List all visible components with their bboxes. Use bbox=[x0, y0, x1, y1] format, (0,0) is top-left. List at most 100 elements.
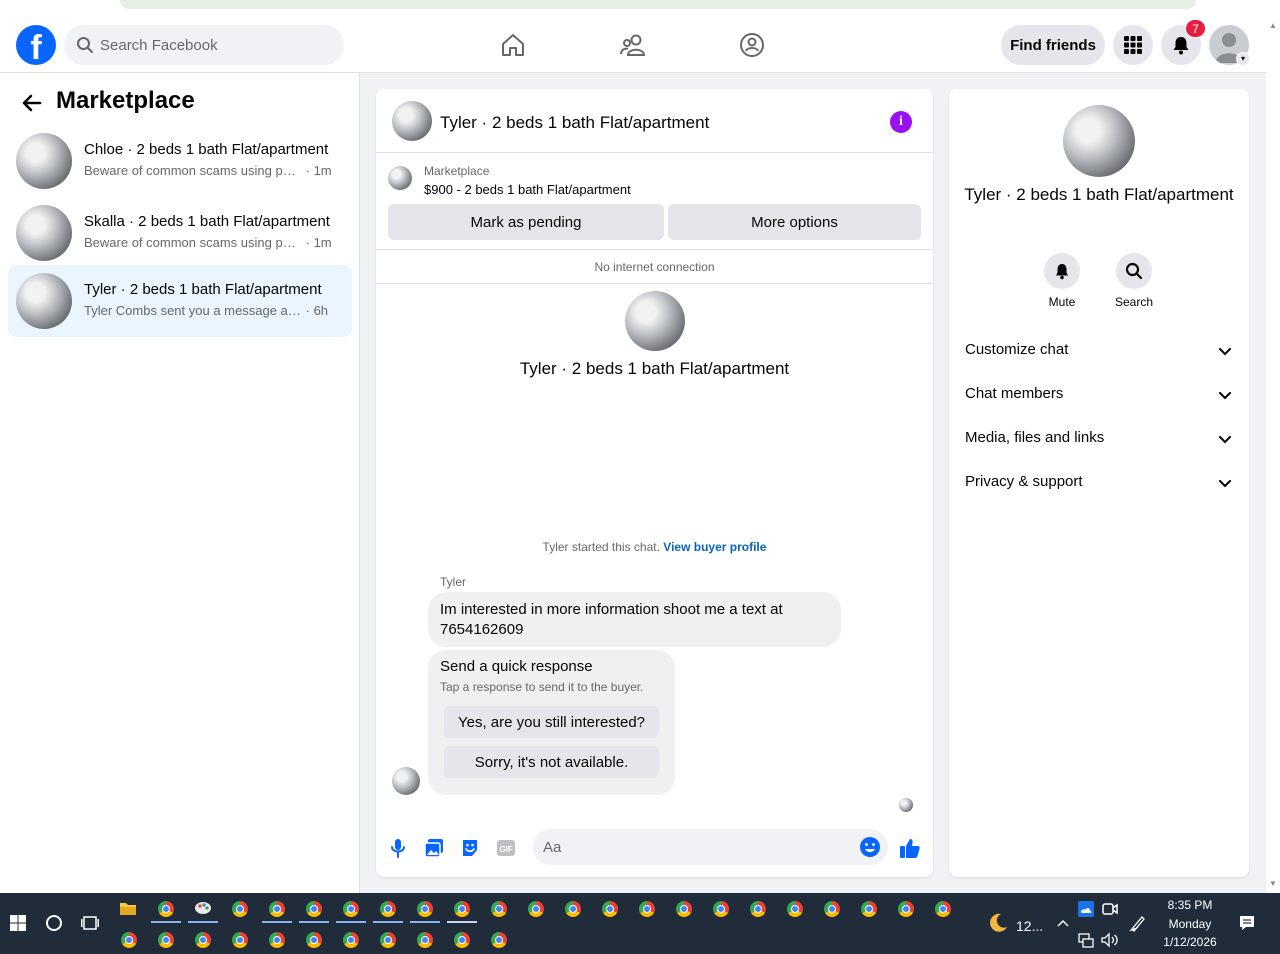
task-view-icon[interactable] bbox=[79, 912, 101, 934]
friends-icon[interactable] bbox=[616, 29, 650, 61]
chrome-taskbar-icon[interactable] bbox=[932, 898, 954, 920]
chrome-taskbar-icon[interactable] bbox=[488, 929, 510, 951]
gif-icon[interactable]: GIF bbox=[494, 836, 518, 860]
chat-title[interactable]: Tyler · 2 beds 1 bath Flat/apartment bbox=[440, 113, 709, 133]
back-arrow-icon[interactable] bbox=[18, 89, 46, 117]
chat-members-section[interactable]: Chat members bbox=[957, 373, 1241, 417]
action-center-notification-icon[interactable] bbox=[1236, 912, 1258, 934]
read-receipt-avatar bbox=[899, 798, 913, 812]
network-icon[interactable] bbox=[1075, 929, 1097, 951]
chrome-taskbar-icon[interactable] bbox=[821, 898, 843, 920]
onedrive-icon[interactable] bbox=[1075, 898, 1097, 920]
taskbar-clock-time[interactable]: 8:35 PM bbox=[1155, 898, 1225, 912]
volume-icon[interactable] bbox=[1099, 929, 1121, 951]
emoji-icon[interactable] bbox=[859, 836, 881, 863]
chrome-taskbar-icon[interactable] bbox=[340, 929, 362, 951]
weather-moon-icon[interactable] bbox=[987, 912, 1009, 934]
like-thumb-icon[interactable] bbox=[898, 836, 922, 860]
message-composer[interactable] bbox=[533, 829, 888, 865]
chrome-taskbar-icon[interactable] bbox=[266, 898, 288, 920]
chrome-taskbar-icon[interactable] bbox=[710, 898, 732, 920]
search-input[interactable] bbox=[100, 25, 330, 65]
chrome-taskbar-icon[interactable] bbox=[451, 898, 473, 920]
menu-grid-icon[interactable] bbox=[1113, 25, 1153, 65]
chrome-taskbar-icon[interactable] bbox=[229, 898, 251, 920]
conversation-item-tyler[interactable]: Tyler · 2 beds 1 bath Flat/apartment Tyl… bbox=[8, 265, 352, 337]
chrome-taskbar-icon[interactable] bbox=[340, 898, 362, 920]
scroll-up-arrow-icon[interactable]: ▲ bbox=[1269, 21, 1277, 30]
windows-start-icon[interactable] bbox=[7, 912, 29, 934]
chrome-taskbar-icon[interactable] bbox=[784, 898, 806, 920]
taskbar-clock-date[interactable]: 1/12/2026 bbox=[1155, 935, 1225, 949]
chrome-taskbar-icon[interactable] bbox=[895, 898, 917, 920]
file-explorer-icon[interactable] bbox=[117, 897, 139, 919]
chrome-taskbar-icon[interactable] bbox=[155, 929, 177, 951]
pen-workspace-icon[interactable] bbox=[1127, 912, 1149, 934]
conversation-preview: Beware of common scams using pay... · 1m bbox=[84, 235, 332, 250]
taskbar-clock-day[interactable]: Monday bbox=[1155, 917, 1225, 931]
photo-icon[interactable] bbox=[422, 836, 446, 860]
quick-response-button[interactable]: Yes, are you still interested? bbox=[444, 706, 659, 738]
browser-top-strip bbox=[0, 0, 1280, 17]
show-hidden-icons-chevron-icon[interactable] bbox=[1052, 912, 1074, 934]
chrome-taskbar-icon[interactable] bbox=[229, 929, 251, 951]
customize-chat-section[interactable]: Customize chat bbox=[957, 329, 1241, 373]
search-box[interactable] bbox=[64, 25, 344, 65]
chrome-taskbar-icon[interactable] bbox=[525, 898, 547, 920]
chrome-taskbar-icon[interactable] bbox=[414, 898, 436, 920]
conversation-title: Chloe · 2 beds 1 bath Flat/apartment bbox=[84, 141, 329, 158]
chrome-taskbar-icon[interactable] bbox=[192, 929, 214, 951]
chrome-taskbar-icon[interactable] bbox=[599, 898, 621, 920]
info-panel-avatar[interactable] bbox=[1063, 105, 1135, 177]
conversation-item-skalla[interactable]: Skalla · 2 beds 1 bath Flat/apartment Be… bbox=[8, 197, 352, 269]
chrome-taskbar-icon[interactable] bbox=[488, 898, 510, 920]
chat-panel: Tyler · 2 beds 1 bath Flat/apartment i M… bbox=[376, 89, 933, 877]
media-files-links-section[interactable]: Media, files and links bbox=[957, 417, 1241, 461]
weather-temperature[interactable]: 12... bbox=[1016, 918, 1043, 934]
privacy-support-section[interactable]: Privacy & support bbox=[957, 461, 1241, 505]
microphone-icon[interactable] bbox=[386, 836, 410, 860]
search-in-conversation-button[interactable]: Search bbox=[1104, 253, 1164, 309]
paint-app-icon[interactable] bbox=[192, 897, 214, 919]
chrome-taskbar-icon[interactable] bbox=[155, 898, 177, 920]
find-friends-button[interactable]: Find friends bbox=[1001, 25, 1105, 65]
chrome-taskbar-icon[interactable] bbox=[377, 929, 399, 951]
quick-response-card: Send a quick response Tap a response to … bbox=[428, 650, 675, 795]
message-input[interactable] bbox=[543, 829, 843, 865]
chrome-taskbar-icon[interactable] bbox=[673, 898, 695, 920]
sticker-icon[interactable] bbox=[458, 836, 482, 860]
chrome-taskbar-icon[interactable] bbox=[858, 898, 880, 920]
conversation-item-chloe[interactable]: Chloe · 2 beds 1 bath Flat/apartment Bew… bbox=[8, 125, 352, 197]
chrome-taskbar-icon[interactable] bbox=[451, 929, 473, 951]
chrome-taskbar-icon[interactable] bbox=[414, 929, 436, 951]
mark-as-pending-button[interactable]: Mark as pending bbox=[388, 204, 664, 240]
section-label: Privacy & support bbox=[965, 473, 1083, 490]
mute-button[interactable]: Mute bbox=[1032, 253, 1092, 309]
chrome-taskbar-icon[interactable] bbox=[377, 898, 399, 920]
groups-icon[interactable] bbox=[735, 29, 769, 61]
account-menu-chevron-icon[interactable]: ▾ bbox=[1236, 52, 1250, 66]
cortana-search-icon[interactable] bbox=[43, 912, 65, 934]
scroll-down-arrow-icon[interactable]: ▼ bbox=[1269, 879, 1277, 888]
sender-avatar[interactable] bbox=[392, 767, 420, 795]
meet-now-icon[interactable] bbox=[1099, 898, 1121, 920]
conversation-hero-thumbnail bbox=[625, 291, 685, 351]
active-window-indicator bbox=[262, 921, 292, 923]
section-label: Chat members bbox=[965, 385, 1064, 402]
chat-avatar[interactable] bbox=[392, 101, 432, 141]
chrome-taskbar-icon[interactable] bbox=[562, 898, 584, 920]
page-scrollbar[interactable]: ▲ ▼ bbox=[1266, 17, 1280, 893]
chrome-taskbar-icon[interactable] bbox=[747, 898, 769, 920]
listing-price[interactable]: $900 - 2 beds 1 bath Flat/apartment bbox=[424, 182, 631, 197]
chrome-taskbar-icon[interactable] bbox=[266, 929, 288, 951]
chrome-taskbar-icon[interactable] bbox=[303, 929, 325, 951]
view-buyer-profile-link[interactable]: View buyer profile bbox=[663, 540, 766, 554]
quick-response-button[interactable]: Sorry, it's not available. bbox=[444, 746, 659, 778]
facebook-logo-icon[interactable]: f bbox=[16, 25, 56, 65]
chrome-taskbar-icon[interactable] bbox=[118, 929, 140, 951]
chrome-taskbar-icon[interactable] bbox=[636, 898, 658, 920]
chrome-taskbar-icon[interactable] bbox=[303, 898, 325, 920]
info-icon[interactable]: i bbox=[890, 111, 912, 133]
more-options-button[interactable]: More options bbox=[668, 204, 921, 240]
home-icon[interactable] bbox=[496, 29, 530, 61]
